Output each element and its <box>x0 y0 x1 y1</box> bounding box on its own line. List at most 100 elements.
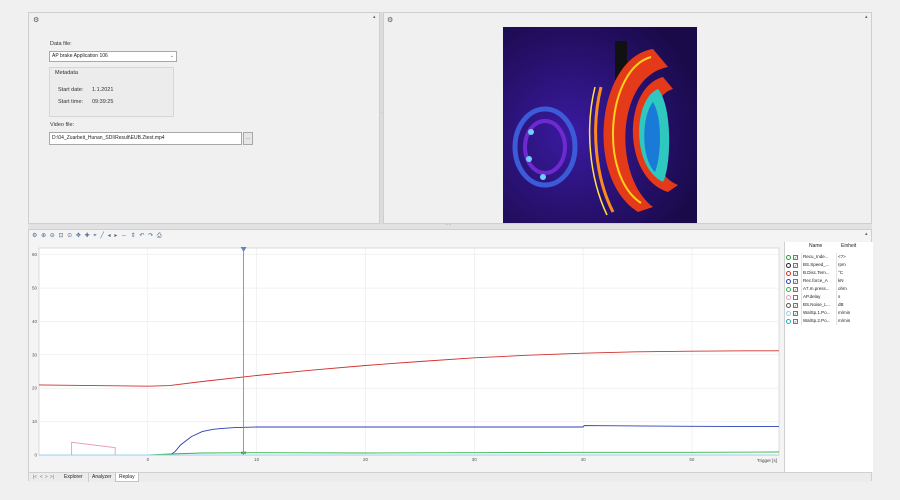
legend-row[interactable]: ✓ WalSp.1.Po... m/min <box>785 309 873 317</box>
legend-row[interactable]: AP.delay s <box>785 293 873 301</box>
visibility-checkbox[interactable]: ✓ <box>793 310 798 316</box>
metadata-title: Metadata <box>55 70 78 76</box>
series-color-icon <box>786 278 791 284</box>
browse-button[interactable]: … <box>243 132 253 145</box>
cursor-value-label: 8.8 <box>241 450 247 455</box>
video-file-input[interactable]: D:\04_Zuarbeit_Hunan_SDI\Result\EUB.Ztes… <box>49 132 242 145</box>
panel-collapse-icon[interactable]: ▴ <box>865 14 868 20</box>
data-file-panel: ⚙ ▴ Data file: AP brake Application 106 … <box>28 12 380 224</box>
redo-icon[interactable]: ↷ <box>148 232 153 239</box>
signal-unit: kN <box>836 277 872 285</box>
arrow-left-icon[interactable]: ◂ <box>108 232 111 239</box>
signal-name: WalSp.2.Po... <box>801 317 836 325</box>
legend-row[interactable]: ✓ BS.Speed_... rpm <box>785 261 873 269</box>
video-file-label: Video file: <box>50 122 75 128</box>
start-date-value: 1.1.2021 <box>92 87 114 93</box>
series-color-icon <box>786 318 791 324</box>
panel-collapse-icon[interactable]: ▴ <box>373 14 376 20</box>
splitter-grip-icon: ···· <box>445 222 452 228</box>
data-file-select[interactable]: AP brake Application 106 ⌄ <box>49 51 177 62</box>
signal-name: AP.delay <box>801 293 836 301</box>
visibility-checkbox[interactable]: ✓ <box>793 278 798 284</box>
visibility-checkbox[interactable]: ✓ <box>793 262 798 268</box>
pan-icon[interactable]: ✥ <box>76 232 81 239</box>
undo-icon[interactable]: ↶ <box>139 232 144 239</box>
series-color-icon <box>786 254 791 260</box>
x-axis-label: Trigger [s] <box>757 458 777 463</box>
series-color-icon <box>786 294 791 300</box>
y-tick-label: 10 <box>32 419 38 424</box>
signal-name: WalSp.1.Po... <box>801 309 836 317</box>
signal-name: B.Disc.Tem... <box>801 269 836 277</box>
line-tool-icon[interactable]: ╱ <box>100 232 104 239</box>
nav-last-icon[interactable]: >| <box>50 474 54 479</box>
series-color-icon <box>786 310 791 316</box>
series-color-icon <box>786 262 791 268</box>
export-icon[interactable]: ⎙ <box>157 233 162 240</box>
visibility-checkbox[interactable] <box>793 294 798 300</box>
legend-col-unit: Einheit <box>841 243 857 249</box>
signal-unit: m/min <box>836 309 872 317</box>
x-tick-label: 20 <box>363 457 369 462</box>
marker-icon[interactable]: ⌖ <box>93 233 96 240</box>
series-color-icon <box>786 270 791 276</box>
zoom-out-icon[interactable]: ⊖ <box>50 232 55 239</box>
legend-row[interactable]: ✓ B.Disc.Tem... °C <box>785 269 873 277</box>
signal-name: A7.m.press... <box>801 285 836 293</box>
visibility-checkbox[interactable]: ✓ <box>793 302 798 308</box>
fit-y-icon[interactable]: ⇕ <box>131 232 136 239</box>
y-tick-label: 30 <box>32 352 38 357</box>
fit-x-icon[interactable]: ⇔ <box>121 233 127 239</box>
legend-col-name: Name <box>809 243 823 249</box>
arrow-right-icon[interactable]: ▸ <box>114 232 117 239</box>
legend-row[interactable]: ✓ WalSp.2.Po... m/min <box>785 317 873 325</box>
zoom-fit-icon[interactable]: ⊙ <box>67 232 72 239</box>
settings-icon[interactable]: ⚙ <box>32 232 37 239</box>
legend-row[interactable]: ✓ Recu_Inde... <?> <box>785 253 873 261</box>
visibility-checkbox[interactable]: ✓ <box>793 318 798 324</box>
legend-row[interactable]: ✓ BS.Noise_L... dB <box>785 301 873 309</box>
series-color-icon <box>786 286 791 292</box>
nav-first-icon[interactable]: |< <box>33 474 37 479</box>
signal-unit: m/min <box>836 317 872 325</box>
tab-analyzer[interactable]: Analyzer <box>88 473 114 482</box>
gear-icon[interactable]: ⚙ <box>387 16 393 24</box>
data-file-label: Data file: <box>50 41 72 47</box>
tab-explorer[interactable]: Explorer <box>61 473 86 482</box>
signal-name: BS.Noise_L... <box>801 301 836 309</box>
legend-row[interactable]: ✓ A7.m.press... ohm <box>785 285 873 293</box>
y-tick-label: 0 <box>34 453 37 458</box>
y-tick-label: 50 <box>32 286 38 291</box>
chart-panel: ⚙ ⊕ ⊖ ⊡ ⊙ ✥ ✚ ⌖ ╱ ◂ ▸ ⇔ ⇕ ↶ ↷ ⎙ ▴ 0 10 20 3… <box>28 229 873 482</box>
nav-prev-icon[interactable]: < <box>40 474 43 479</box>
zoom-area-icon[interactable]: ⊡ <box>58 232 63 239</box>
trend-chart[interactable]: 0 10 20 30 40 50 60 0 10 20 30 40 50 Trigger [s] 8.8 <box>29 242 784 472</box>
visibility-checkbox[interactable]: ✓ <box>793 270 798 276</box>
signal-legend: Name Einheit ✓ Recu_Inde... <?> ✓ BS.Speed_.… <box>784 242 873 472</box>
y-tick-label: 20 <box>32 386 38 391</box>
signal-name: Recu_Inde... <box>801 253 836 261</box>
x-tick-label: 40 <box>581 457 587 462</box>
x-tick-label: 30 <box>472 457 478 462</box>
x-tick-label: 0 <box>147 457 150 462</box>
legend-row[interactable]: ✓ Rec.force_A kN <box>785 277 873 285</box>
gear-icon[interactable]: ⚙ <box>33 16 39 24</box>
chevron-down-icon: ⌄ <box>169 53 174 59</box>
zoom-in-icon[interactable]: ⊕ <box>41 232 46 239</box>
nav-next-icon[interactable]: > <box>45 474 48 479</box>
signal-name: Rec.force_A <box>801 277 836 285</box>
panel-collapse-icon[interactable]: ▴ <box>865 231 868 237</box>
x-tick-label: 50 <box>689 457 695 462</box>
visibility-checkbox[interactable]: ✓ <box>793 286 798 292</box>
visibility-checkbox[interactable]: ✓ <box>793 254 798 260</box>
series-color-icon <box>786 302 791 308</box>
cursor-icon[interactable]: ✚ <box>85 232 90 239</box>
signal-unit: °C <box>836 269 872 277</box>
metadata-group: Metadata Start date: 1.1.2021 Start time… <box>49 67 174 117</box>
tab-replay[interactable]: Replay <box>115 473 139 482</box>
start-date-label: Start date: <box>58 87 84 93</box>
y-tick-label: 40 <box>32 319 38 324</box>
start-time-value: 09:39:25 <box>92 99 114 105</box>
signal-unit: ohm <box>836 285 872 293</box>
signal-name: BS.Speed_... <box>801 261 836 269</box>
